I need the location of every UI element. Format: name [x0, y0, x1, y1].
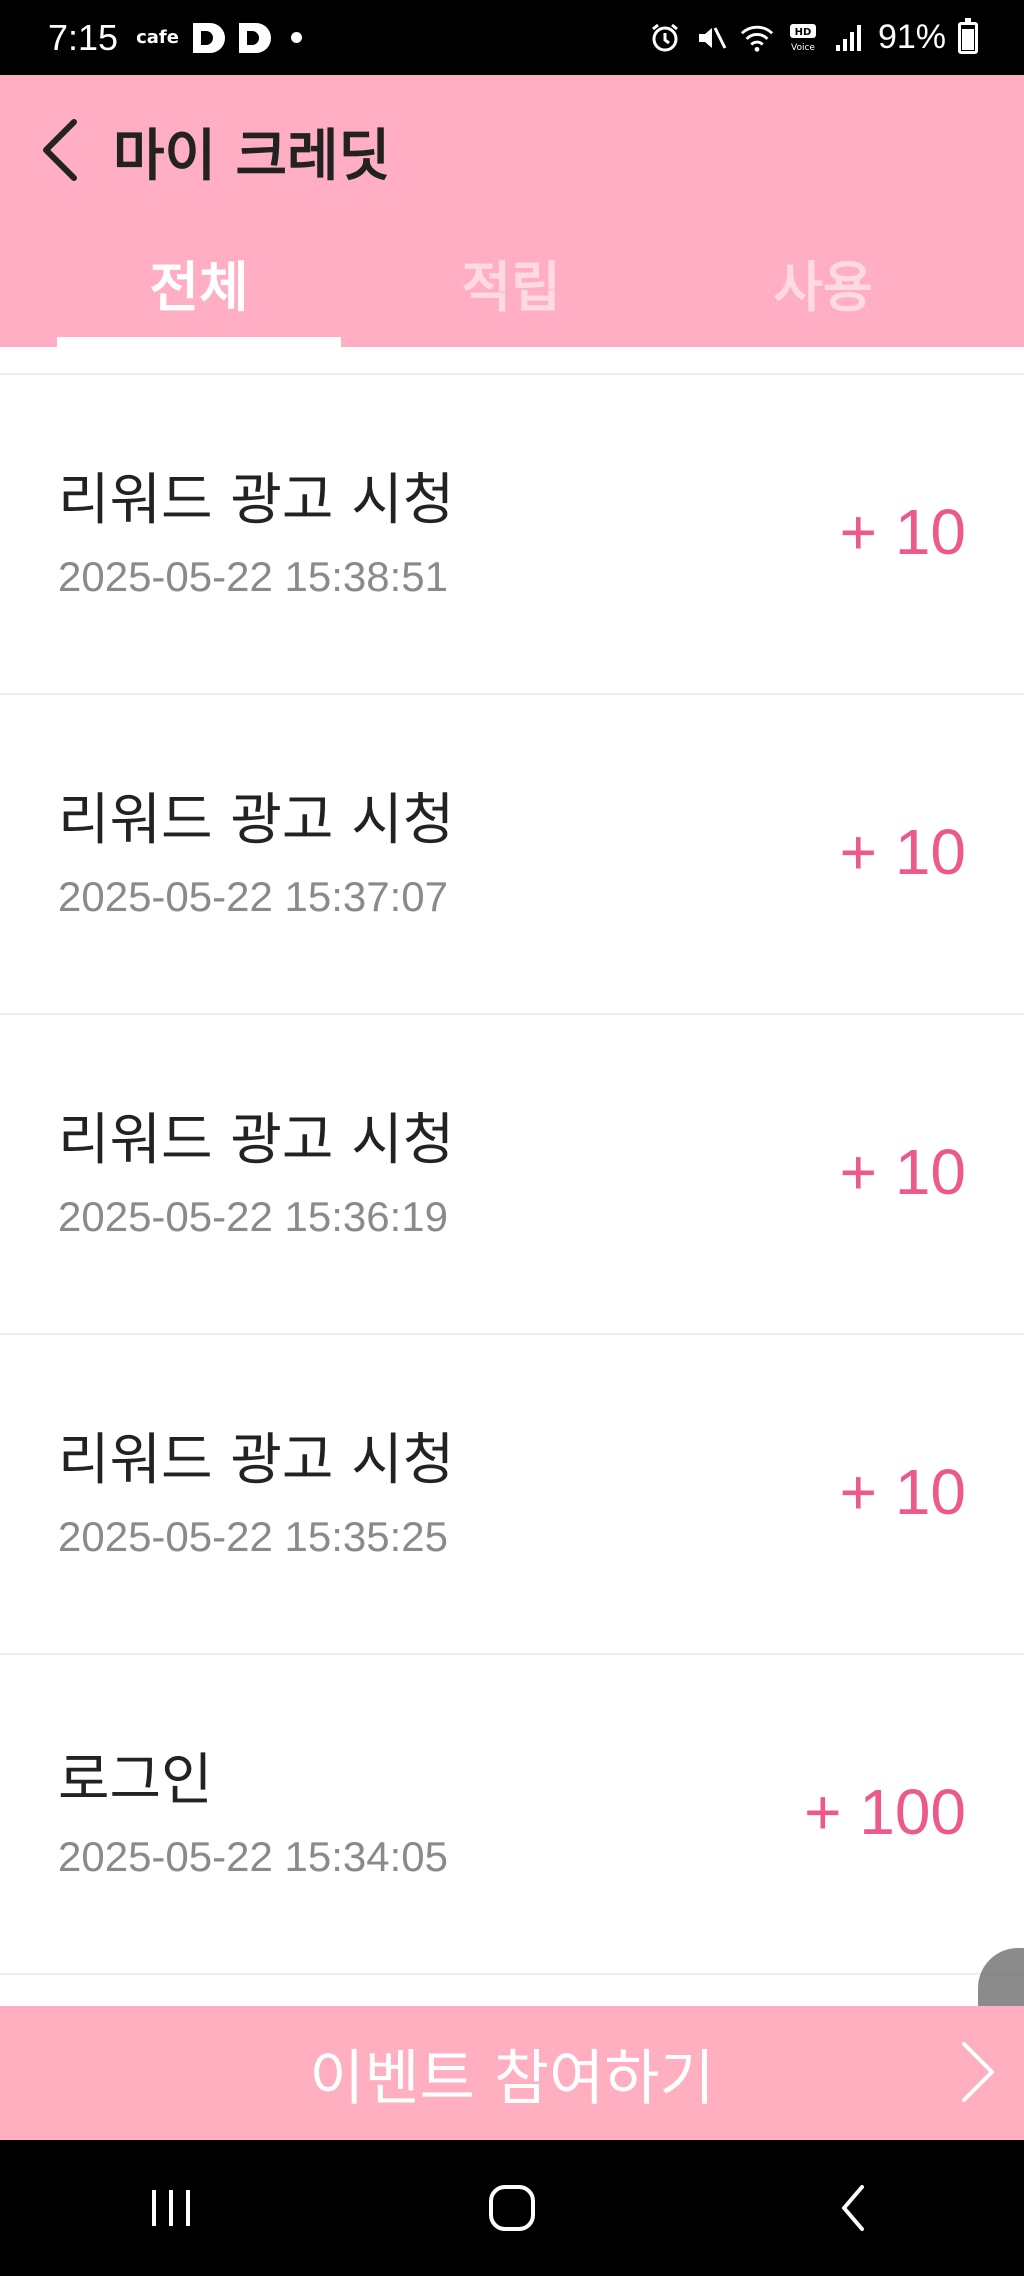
item-date: 2025-05-22 15:36:19 — [58, 1193, 448, 1240]
home-button[interactable] — [452, 2168, 572, 2248]
d-app-icon — [192, 22, 225, 53]
status-bar-right: HD Voice 91% — [648, 17, 978, 57]
item-amount: + 10 — [839, 1456, 966, 1528]
item-amount: + 10 — [839, 1136, 966, 1208]
battery-percent: 91% — [877, 18, 946, 56]
item-date: 2025-05-22 15:35:25 — [58, 1513, 448, 1560]
svg-text:Voice: Voice — [791, 43, 815, 53]
item-amount: + 10 — [839, 816, 966, 888]
list-divider — [0, 347, 1024, 375]
list-item: 리워드 광고 시청 2025-05-22 15:38:51 + 10 — [0, 375, 1024, 695]
item-date: 2025-05-22 15:38:51 — [58, 553, 448, 600]
event-participate-button[interactable]: 이벤트 참여하기 — [0, 2006, 1024, 2140]
chevron-left-icon — [43, 119, 77, 181]
back-nav-icon — [842, 2185, 865, 2231]
svg-text:HD: HD — [795, 27, 812, 38]
item-title: 로그인 — [58, 1748, 213, 1813]
credit-history-list: 리워드 광고 시청 2025-05-22 15:38:51 + 10 리워드 광… — [0, 347, 1024, 1975]
cafe-label: cafe — [136, 27, 179, 48]
back-nav-button[interactable] — [793, 2168, 913, 2248]
chevron-right-icon — [962, 2042, 994, 2102]
battery-icon — [958, 17, 978, 54]
tab-bar: 전체 적립 사용 — [0, 235, 1024, 347]
list-item: 로그인 2025-05-22 15:34:05 + 100 — [0, 1655, 1024, 1975]
list-item: 리워드 광고 시청 2025-05-22 15:35:25 + 10 — [0, 1335, 1024, 1655]
item-amount: + 10 — [839, 496, 966, 568]
wifi-icon — [740, 21, 774, 55]
tab-all[interactable]: 전체 — [43, 235, 355, 347]
item-date: 2025-05-22 15:37:07 — [58, 873, 448, 920]
item-date: 2025-05-22 15:34:05 — [58, 1833, 448, 1880]
tab-used[interactable]: 사용 — [667, 235, 979, 347]
d-app-icon — [238, 22, 271, 53]
mute-icon — [694, 21, 728, 55]
system-nav-bar — [0, 2140, 1024, 2276]
list-item: 리워드 광고 시청 2025-05-22 15:36:19 + 10 — [0, 1015, 1024, 1335]
event-label: 이벤트 참여하기 — [309, 2043, 715, 2114]
signal-icon — [832, 21, 866, 55]
dot-icon — [290, 32, 302, 43]
list-item: 리워드 광고 시청 2025-05-22 15:37:07 + 10 — [0, 695, 1024, 1015]
hd-voice-icon: HD Voice — [786, 21, 820, 55]
tab-earned[interactable]: 적립 — [355, 235, 667, 347]
item-title: 리워드 광고 시청 — [58, 788, 455, 853]
back-button[interactable] — [30, 115, 90, 185]
item-title: 리워드 광고 시청 — [58, 468, 455, 533]
recent-apps-button[interactable] — [111, 2168, 231, 2248]
page-title: 마이 크레딧 — [113, 124, 391, 189]
status-time: 7:15 — [48, 16, 119, 58]
alarm-icon — [648, 21, 682, 55]
recent-apps-icon — [151, 2190, 190, 2226]
status-bar: 7:15 cafe HD Voice 91% — [0, 0, 1024, 75]
app-header: 마이 크레딧 전체 적립 사용 — [0, 75, 1024, 347]
item-title: 리워드 광고 시청 — [58, 1428, 455, 1493]
status-bar-left: 7:15 cafe — [48, 17, 302, 59]
item-title: 리워드 광고 시청 — [58, 1108, 455, 1173]
item-amount: + 100 — [804, 1776, 966, 1848]
home-icon — [488, 2185, 535, 2231]
